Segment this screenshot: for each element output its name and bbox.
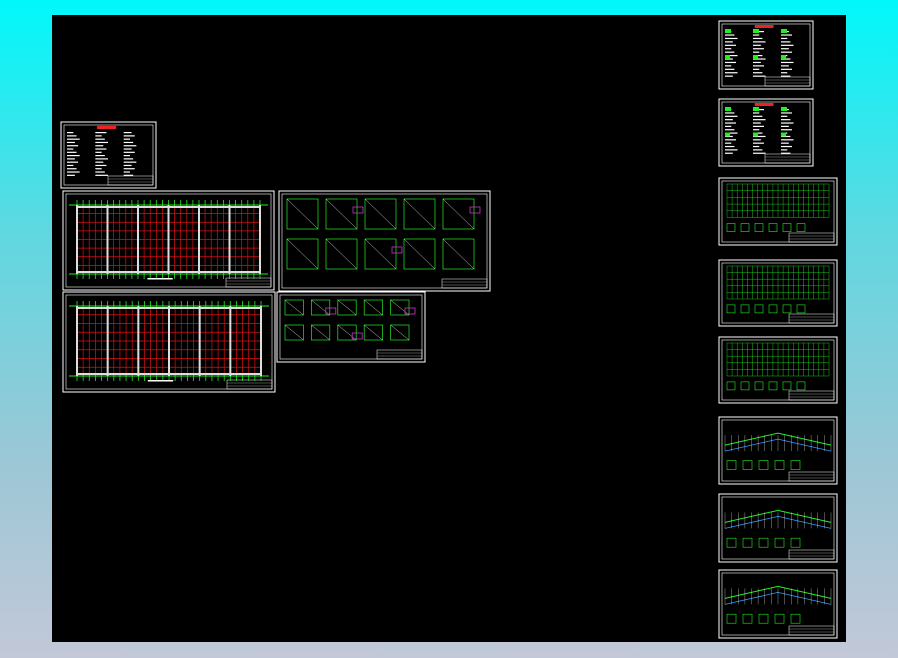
drawing-sheet-plan[interactable] bbox=[62, 291, 276, 393]
drawing-sheet-detail[interactable] bbox=[276, 291, 426, 363]
drawing-sheet-detail[interactable] bbox=[278, 190, 491, 292]
drawing-canvas[interactable] bbox=[52, 15, 846, 642]
drawing-sheet-elevation[interactable] bbox=[718, 569, 838, 639]
drawing-sheet-notes[interactable] bbox=[60, 121, 157, 189]
drawing-sheet-notes[interactable] bbox=[718, 98, 814, 167]
sheet-layout bbox=[60, 20, 838, 639]
drawing-sheet-greenplan[interactable] bbox=[718, 336, 838, 404]
drawing-sheet-greenplan[interactable] bbox=[718, 259, 838, 327]
drawing-sheet-elevation[interactable] bbox=[718, 416, 838, 485]
drawing-sheet-notes[interactable] bbox=[718, 20, 814, 90]
drawing-sheet-plan[interactable] bbox=[62, 190, 275, 291]
drawing-sheet-elevation[interactable] bbox=[718, 493, 838, 563]
drawing-sheet-greenplan[interactable] bbox=[718, 177, 838, 246]
